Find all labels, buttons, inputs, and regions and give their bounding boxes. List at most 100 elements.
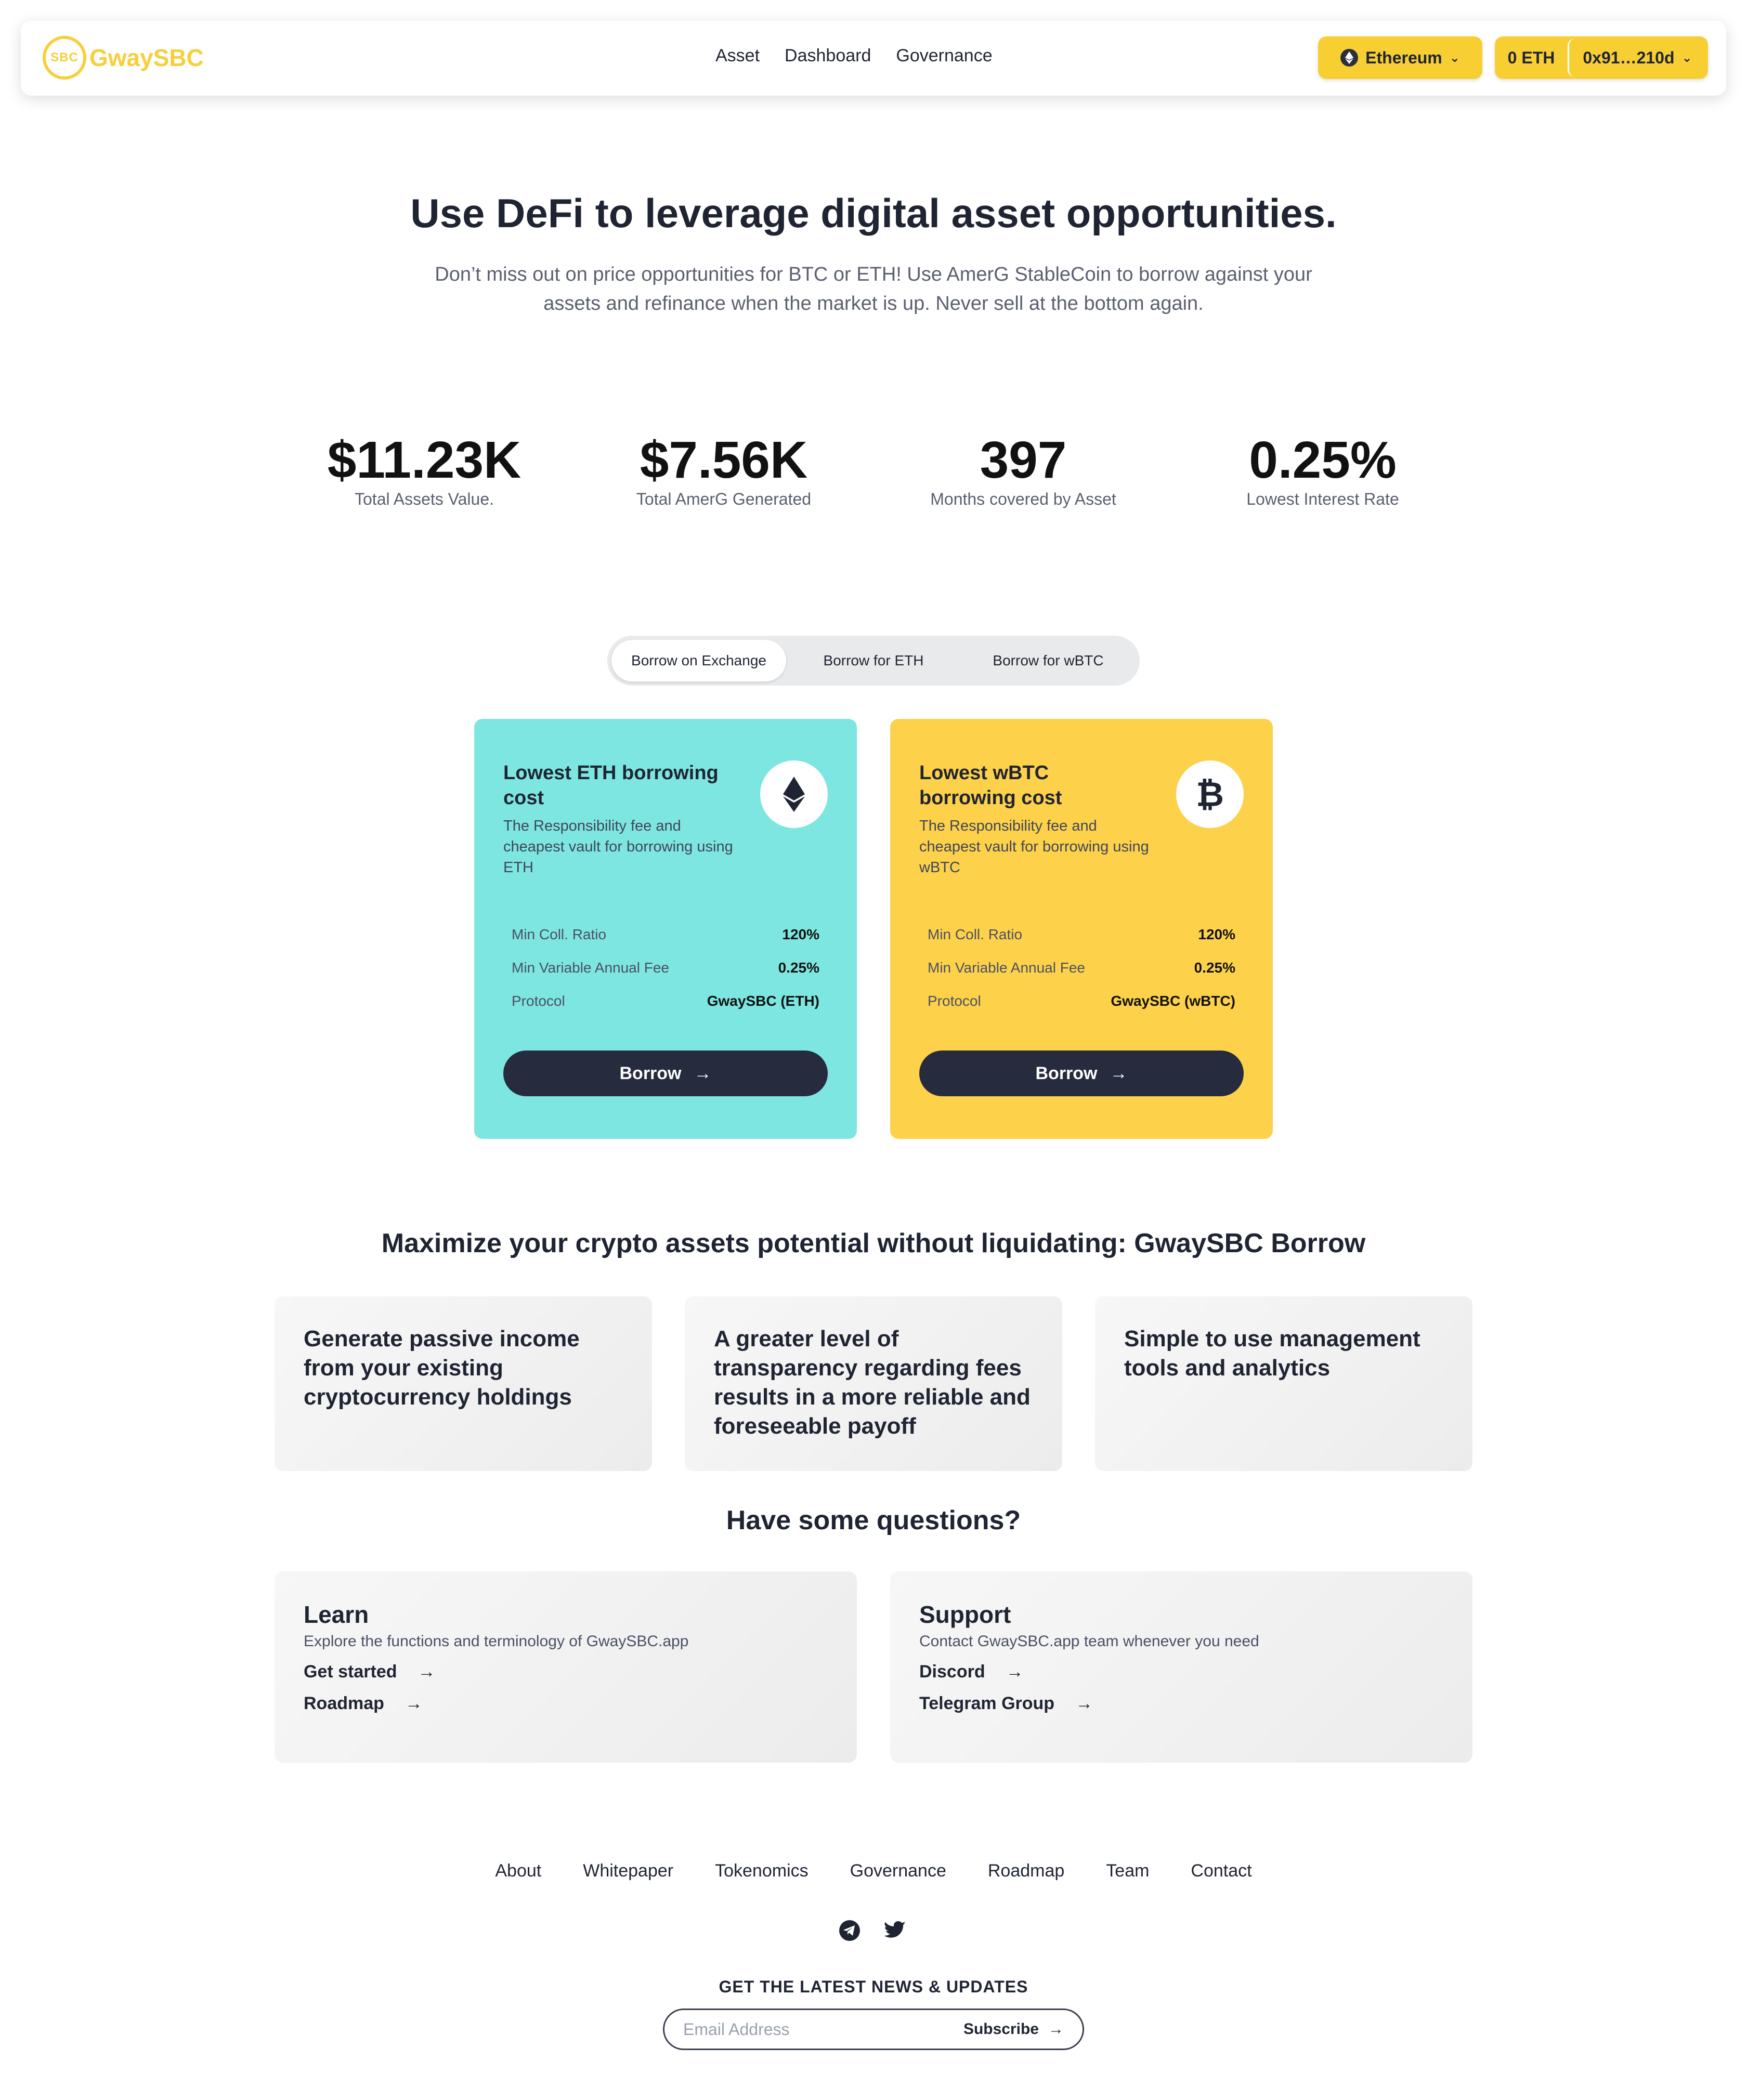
- subscribe-button[interactable]: Subscribe →: [963, 2020, 1064, 2038]
- footer-link-roadmap[interactable]: Roadmap: [988, 1861, 1064, 1881]
- footer-nav: About Whitepaper Tokenomics Governance R…: [0, 1861, 1747, 1881]
- network-label: Ethereum: [1365, 48, 1442, 67]
- telegram-icon[interactable]: [838, 1919, 861, 1942]
- main-nav: Asset Dashboard Governance: [715, 46, 993, 66]
- twitter-icon[interactable]: [884, 1919, 907, 1942]
- nav-link-dashboard[interactable]: Dashboard: [785, 46, 871, 66]
- network-selector-button[interactable]: Ethereum ⌄: [1318, 36, 1482, 79]
- features-title: Maximize your crypto assets potential wi…: [381, 1228, 1366, 1258]
- feature-card: Simple to use management tools and analy…: [1095, 1296, 1472, 1471]
- newsletter-title: GET THE LATEST NEWS & UPDATES: [719, 1977, 1028, 1996]
- footer-link-whitepaper[interactable]: Whitepaper: [583, 1861, 673, 1881]
- top-navbar: SBC GwaySBC Asset Dashboard Governance E…: [21, 21, 1726, 96]
- detail-row: Min Coll. Ratio 120%: [928, 918, 1235, 951]
- nav-link-asset[interactable]: Asset: [715, 46, 760, 66]
- wallet-address-button[interactable]: 0x91…210d ⌄: [1568, 38, 1706, 77]
- card-description: The Responsibility fee and cheapest vaul…: [503, 818, 733, 876]
- link-label: Telegram Group: [919, 1694, 1055, 1713]
- detail-label: Min Coll. Ratio: [928, 926, 1023, 942]
- stat-label: Lowest Interest Rate: [1246, 490, 1399, 508]
- brand-logo[interactable]: SBC GwaySBC: [43, 34, 204, 81]
- card-details: Min Coll. Ratio 120% Min Variable Annual…: [928, 918, 1235, 1018]
- detail-label: Min Variable Annual Fee: [512, 960, 669, 976]
- email-input[interactable]: [683, 2019, 963, 2039]
- get-started-link[interactable]: Get started →: [304, 1662, 828, 1682]
- social-links: [838, 1919, 907, 1942]
- logo-mark-icon: SBC: [43, 36, 86, 80]
- stat-lowest-rate: 0.25% Lowest Interest Rate: [1188, 431, 1458, 509]
- detail-label: Min Coll. Ratio: [512, 926, 607, 942]
- footer-link-about[interactable]: About: [495, 1861, 541, 1881]
- link-label: Roadmap: [304, 1694, 384, 1713]
- detail-row: Min Variable Annual Fee 0.25%: [512, 951, 819, 985]
- detail-row: Min Coll. Ratio 120%: [512, 918, 819, 951]
- footer-link-team[interactable]: Team: [1106, 1861, 1149, 1881]
- detail-row: Protocol GwaySBC (ETH): [512, 985, 819, 1018]
- stat-value: $7.56K: [640, 431, 808, 489]
- feature-text: Simple to use management tools and analy…: [1124, 1326, 1420, 1381]
- stat-value: $11.23K: [327, 431, 522, 489]
- detail-row: Protocol GwaySBC (wBTC): [928, 985, 1235, 1018]
- wallet-balance: 0 ETH: [1507, 48, 1555, 67]
- wallet-widget: 0 ETH 0x91…210d ⌄: [1495, 36, 1708, 79]
- footer-link-tokenomics[interactable]: Tokenomics: [715, 1861, 809, 1881]
- card-subtitle: Contact GwaySBC.app team whenever you ne…: [919, 1633, 1259, 1650]
- detail-value: 120%: [1198, 926, 1235, 942]
- feature-card: A greater level of transparency regardin…: [685, 1296, 1062, 1471]
- feature-card: Generate passive income from your existi…: [275, 1296, 652, 1471]
- detail-value: 120%: [782, 926, 819, 942]
- brand-name: GwaySBC: [89, 44, 204, 71]
- stat-value: 397: [980, 431, 1067, 489]
- nav-link-governance[interactable]: Governance: [896, 46, 992, 66]
- card-details: Min Coll. Ratio 120% Min Variable Annual…: [512, 918, 819, 1018]
- wallet-address: 0x91…210d: [1583, 48, 1675, 67]
- detail-value: GwaySBC (wBTC): [1111, 993, 1235, 1009]
- card-subtitle: Explore the functions and terminology of…: [304, 1633, 689, 1650]
- arrow-right-icon: →: [418, 1662, 436, 1682]
- detail-row: Min Variable Annual Fee 0.25%: [928, 951, 1235, 985]
- support-card: Support Contact GwaySBC.app team wheneve…: [890, 1571, 1472, 1763]
- button-label: Borrow: [1035, 1063, 1098, 1083]
- chevron-down-icon: ⌄: [1681, 50, 1692, 65]
- detail-value: 0.25%: [778, 960, 819, 976]
- stat-value: 0.25%: [1249, 431, 1397, 489]
- stat-label: Total Assets Value.: [355, 490, 494, 508]
- tab-borrow-for-eth[interactable]: Borrow for ETH: [786, 640, 961, 681]
- detail-value: GwaySBC (ETH): [707, 993, 819, 1009]
- link-label: Discord: [919, 1662, 985, 1682]
- stat-label: Months covered by Asset: [930, 490, 1116, 508]
- chevron-down-icon: ⌄: [1449, 50, 1460, 65]
- hero-subtitle: Don’t miss out on price opportunities fo…: [435, 264, 1312, 314]
- hero-title: Use DeFi to leverage digital asset oppor…: [410, 190, 1337, 236]
- wbtc-borrow-card: Lowest wBTC borrowing cost The Responsib…: [890, 719, 1273, 1139]
- borrow-tabs: Borrow on Exchange Borrow for ETH Borrow…: [607, 636, 1140, 686]
- telegram-group-link[interactable]: Telegram Group →: [919, 1694, 1443, 1714]
- card-title: Learn: [304, 1601, 369, 1628]
- ethereum-icon: [1340, 49, 1359, 67]
- arrow-right-icon: →: [694, 1063, 712, 1083]
- arrow-right-icon: →: [405, 1694, 423, 1713]
- borrow-wbtc-button[interactable]: Borrow →: [919, 1051, 1244, 1096]
- bitcoin-icon: ₿: [1176, 760, 1244, 828]
- footer-link-governance[interactable]: Governance: [850, 1861, 946, 1881]
- tab-borrow-on-exchange[interactable]: Borrow on Exchange: [611, 640, 786, 681]
- feature-text: A greater level of transparency regardin…: [714, 1326, 1031, 1439]
- eth-borrow-card: Lowest ETH borrowing cost The Responsibi…: [474, 719, 857, 1139]
- newsletter-form: Subscribe →: [663, 2009, 1084, 2050]
- borrow-eth-button[interactable]: Borrow →: [503, 1051, 828, 1096]
- link-label: Get started: [304, 1662, 397, 1682]
- detail-value: 0.25%: [1194, 960, 1235, 976]
- tab-borrow-for-wbtc[interactable]: Borrow for wBTC: [961, 640, 1136, 681]
- learn-card: Learn Explore the functions and terminol…: [275, 1571, 857, 1763]
- stat-label: Total AmerG Generated: [636, 490, 812, 508]
- arrow-right-icon: →: [1006, 1662, 1024, 1682]
- footer-link-contact[interactable]: Contact: [1191, 1861, 1251, 1881]
- discord-link[interactable]: Discord →: [919, 1662, 1443, 1682]
- detail-label: Min Variable Annual Fee: [928, 960, 1085, 976]
- roadmap-link[interactable]: Roadmap →: [304, 1694, 828, 1714]
- arrow-right-icon: →: [1075, 1694, 1093, 1713]
- card-description: The Responsibility fee and cheapest vaul…: [919, 818, 1149, 876]
- card-title: Support: [919, 1601, 1011, 1628]
- detail-label: Protocol: [512, 993, 565, 1009]
- card-title: Lowest ETH borrowing cost: [503, 762, 719, 809]
